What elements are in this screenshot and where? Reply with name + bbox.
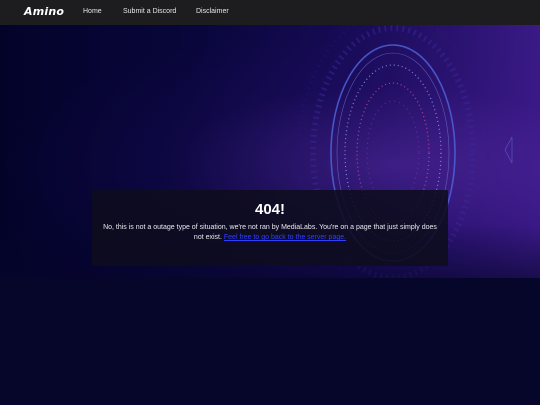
amino-logo[interactable]: Amino <box>24 5 64 18</box>
top-navbar: Amino Home Submit a Discord Disclaimer <box>0 0 540 25</box>
back-to-server-link[interactable]: Feel free to go back to the server page. <box>224 234 346 241</box>
error-panel: 404! No, this is not a outage type of si… <box>92 190 448 266</box>
nav-disclaimer-link[interactable]: Disclaimer <box>196 8 229 15</box>
nav-home-link[interactable]: Home <box>83 8 102 15</box>
nav-submit-discord-link[interactable]: Submit a Discord <box>123 8 176 15</box>
page-background <box>0 278 540 405</box>
error-message: No, this is not a outage type of situati… <box>100 223 440 243</box>
error-title: 404! <box>254 201 286 218</box>
